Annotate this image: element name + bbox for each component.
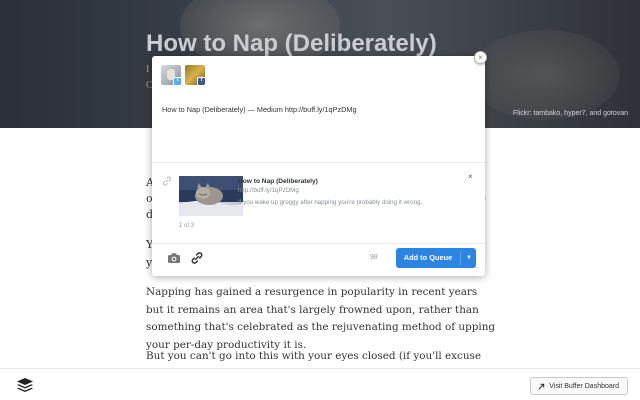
schedule-options-dropdown[interactable]: ▼ [462,248,476,268]
shorten-link-icon[interactable] [190,251,204,265]
facebook-icon: f [197,77,205,85]
divider [152,162,485,163]
composer-footer: 98 Add to Queue ▼ [152,243,485,276]
add-to-queue-button[interactable]: Add to Queue ▼ [396,248,476,268]
remove-preview-icon[interactable]: × [468,172,473,181]
twitter-profile-avatar[interactable]: t [161,65,181,85]
link-preview-description[interactable]: If you wake up groggy after napping you'… [238,199,422,206]
link-preview-title[interactable]: How to Nap (Deliberately) [238,178,318,185]
buffer-composer-modal: t f How to Nap (Deliberately) — Medium h… [152,56,485,276]
visit-dashboard-button[interactable]: Visit Buffer Dashboard [530,377,628,395]
character-count: 98 [370,254,378,261]
camera-icon[interactable] [167,252,181,264]
twitter-icon: t [173,77,181,85]
dashboard-button-label: Visit Buffer Dashboard [549,382,619,390]
post-text-area[interactable]: How to Nap (Deliberately) — Medium http:… [162,105,357,114]
close-composer-button[interactable]: × [474,51,487,64]
profile-selector: t f [161,65,205,85]
buffer-bottom-bar: Visit Buffer Dashboard [0,368,640,400]
buffer-logo-icon[interactable] [16,377,34,393]
link-icon [163,176,171,186]
link-preview-thumbnail[interactable] [179,176,243,216]
thumbnail-counter: 1 of 3 [179,223,195,229]
add-to-queue-label[interactable]: Add to Queue [396,248,460,268]
facebook-profile-avatar[interactable]: f [185,65,205,85]
arrow-icon [538,383,545,389]
link-preview-url[interactable]: http://buff.ly/1qPzDMg [238,187,299,194]
